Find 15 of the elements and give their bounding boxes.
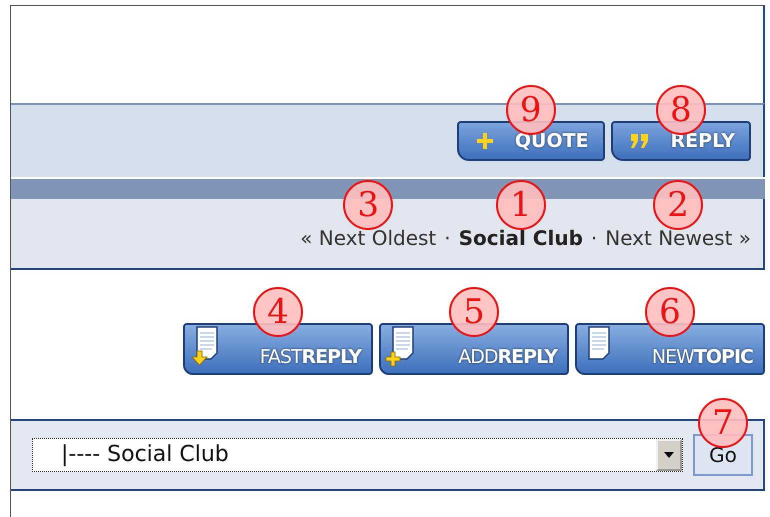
dropdown-arrow-icon xyxy=(664,452,674,458)
callout-marker: 4 xyxy=(253,287,303,337)
forum-select[interactable]: |---- Social Club xyxy=(32,438,683,472)
callout-marker: 7 xyxy=(698,398,748,448)
callout-marker: 5 xyxy=(449,287,499,337)
add-button[interactable]: ADDREPLY xyxy=(379,323,569,375)
quote-button[interactable]: QUOTE xyxy=(456,121,605,161)
plus-icon xyxy=(476,133,493,149)
separator-dot: · xyxy=(590,226,598,250)
reply-button[interactable]: REPLY xyxy=(610,121,751,161)
separator-dot: · xyxy=(444,226,451,250)
fast-button[interactable]: FASTREPLY xyxy=(183,323,373,375)
callout-marker: 6 xyxy=(645,287,695,337)
new-button[interactable]: NEWTOPIC xyxy=(575,323,765,375)
quote-mark-icon xyxy=(630,134,649,148)
